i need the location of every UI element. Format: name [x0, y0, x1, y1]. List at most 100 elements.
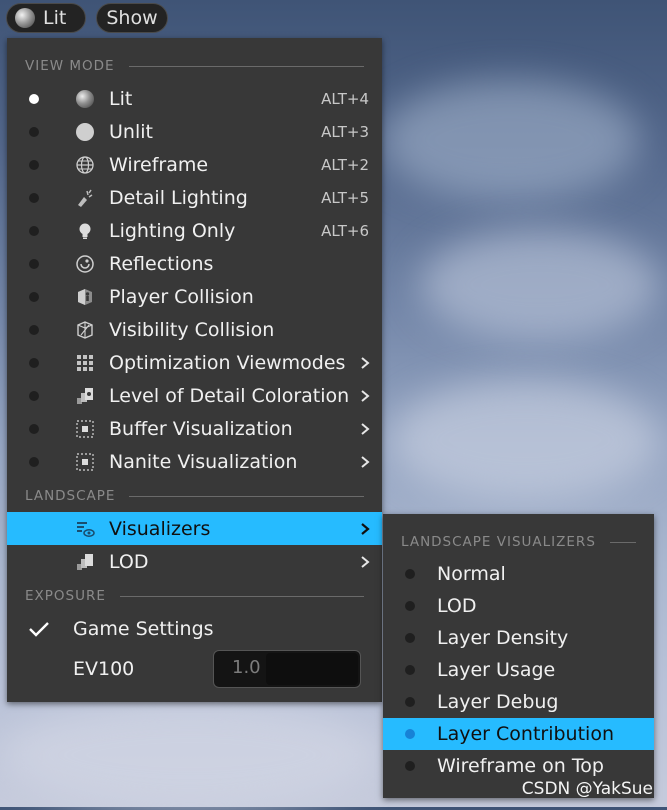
- menu-item-label: Layer Density: [437, 627, 569, 649]
- sphere-lit-icon: [15, 8, 35, 28]
- menu-item-detail-lighting[interactable]: Detail Lighting ALT+5: [7, 181, 382, 214]
- player-collision-icon: [74, 286, 96, 308]
- menu-item-unlit[interactable]: Unlit ALT+3: [7, 115, 382, 148]
- cloud-decoration: [0, 700, 380, 810]
- radio-icon: [29, 456, 39, 467]
- radio-selected-icon: [29, 93, 39, 104]
- menu-item-label: Player Collision: [109, 285, 254, 308]
- menu-item-label: Layer Usage: [437, 659, 556, 681]
- menu-item-label: LOD: [437, 595, 477, 617]
- radio-icon: [29, 390, 39, 401]
- checkmark-icon: [29, 621, 49, 637]
- landscape-visualizers-submenu: LANDSCAPE VISUALIZERS Normal LOD Layer D…: [383, 514, 654, 798]
- radio-icon: [405, 601, 415, 611]
- radio-icon: [405, 569, 415, 579]
- menu-item-label: Reflections: [109, 252, 214, 275]
- menu-item-label: Buffer Visualization: [109, 417, 293, 440]
- menu-item-game-settings[interactable]: Game Settings: [7, 612, 382, 645]
- menu-item-lod-coloration[interactable]: Level of Detail Coloration: [7, 379, 382, 412]
- radio-icon: [29, 324, 39, 335]
- radio-icon: [29, 225, 39, 236]
- menu-item-label: Normal: [437, 563, 506, 585]
- chevron-right-icon: [361, 356, 370, 369]
- lod-coloration-icon: [74, 385, 96, 407]
- radio-icon: [405, 665, 415, 675]
- radio-icon: [29, 126, 39, 137]
- ev100-input[interactable]: 1.0: [213, 650, 361, 688]
- view-mode-menu: VIEW MODE Lit ALT+4 Unlit ALT+3 Wirefram…: [7, 38, 382, 702]
- menu-item-label: Detail Lighting: [109, 186, 248, 209]
- radio-icon: [29, 291, 39, 302]
- menu-item-label: Layer Debug: [437, 691, 559, 713]
- submenu-item-normal[interactable]: Normal: [383, 558, 654, 590]
- menu-item-label: Visibility Collision: [109, 318, 275, 341]
- section-view-mode: VIEW MODE: [7, 55, 382, 77]
- submenu-item-lod[interactable]: LOD: [383, 590, 654, 622]
- menu-item-label: Level of Detail Coloration: [109, 384, 350, 407]
- cloud-decoration: [380, 80, 640, 200]
- section-landscape-visualizers: LANDSCAPE VISUALIZERS: [383, 531, 654, 553]
- shortcut-text: ALT+2: [321, 155, 369, 174]
- visibility-collision-icon: [74, 319, 96, 341]
- menu-item-lit[interactable]: Lit ALT+4: [7, 82, 382, 115]
- menu-item-label: Wireframe on Top: [437, 755, 604, 777]
- chevron-right-icon: [361, 389, 370, 402]
- menu-item-buffer-visualization[interactable]: Buffer Visualization: [7, 412, 382, 445]
- submenu-item-wireframe-on-top[interactable]: Wireframe on Top: [383, 750, 654, 782]
- menu-item-player-collision[interactable]: Player Collision: [7, 280, 382, 313]
- sphere-unlit-icon: [74, 121, 96, 143]
- show-dropdown-button[interactable]: Show: [96, 3, 168, 33]
- shortcut-text: ALT+6: [321, 221, 369, 240]
- shortcut-text: ALT+3: [321, 122, 369, 141]
- radio-icon: [405, 633, 415, 643]
- menu-item-landscape-lod[interactable]: LOD: [7, 545, 382, 578]
- shortcut-text: ALT+4: [321, 89, 369, 108]
- section-label: VIEW MODE: [25, 58, 115, 74]
- submenu-item-layer-debug[interactable]: Layer Debug: [383, 686, 654, 718]
- chevron-right-icon: [361, 422, 370, 435]
- menu-item-label: Visualizers: [109, 517, 211, 540]
- section-exposure: EXPOSURE: [7, 585, 382, 607]
- menu-item-optimization-viewmodes[interactable]: Optimization Viewmodes: [7, 346, 382, 379]
- menu-item-label: Game Settings: [73, 617, 214, 640]
- menu-item-label: Lighting Only: [109, 219, 236, 242]
- cloud-decoration: [420, 230, 660, 340]
- radio-icon: [405, 761, 415, 771]
- ev100-slider-track[interactable]: [266, 653, 358, 685]
- radio-icon: [29, 423, 39, 434]
- reflections-icon: [74, 253, 96, 275]
- submenu-item-layer-density[interactable]: Layer Density: [383, 622, 654, 654]
- chevron-right-icon: [361, 555, 370, 568]
- section-label: LANDSCAPE: [25, 488, 116, 504]
- menu-item-visualizers[interactable]: Visualizers: [7, 512, 382, 545]
- radio-icon: [29, 192, 39, 203]
- menu-item-label: LOD: [109, 550, 149, 573]
- section-label: LANDSCAPE VISUALIZERS: [401, 534, 596, 550]
- submenu-item-layer-usage[interactable]: Layer Usage: [383, 654, 654, 686]
- menu-item-lighting-only[interactable]: Lighting Only ALT+6: [7, 214, 382, 247]
- menu-item-label: Wireframe: [109, 153, 209, 176]
- submenu-item-layer-contribution[interactable]: Layer Contribution: [383, 718, 654, 750]
- grid-icon: [74, 352, 96, 374]
- menu-item-reflections[interactable]: Reflections: [7, 247, 382, 280]
- lit-dropdown-button[interactable]: Lit: [6, 3, 86, 33]
- cloud-decoration: [390, 380, 660, 500]
- divider: [129, 495, 364, 497]
- watermark-text: CSDN @YakSue: [521, 779, 653, 799]
- menu-item-label: Unlit: [109, 120, 153, 143]
- menu-item-visibility-collision[interactable]: Visibility Collision: [7, 313, 382, 346]
- sphere-lit-icon: [74, 88, 96, 110]
- menu-item-label: Layer Contribution: [437, 723, 614, 745]
- shortcut-text: ALT+5: [321, 188, 369, 207]
- radio-icon: [405, 697, 415, 707]
- menu-item-wireframe[interactable]: Wireframe ALT+2: [7, 148, 382, 181]
- chevron-right-icon: [361, 522, 370, 535]
- divider: [119, 595, 364, 597]
- section-label: EXPOSURE: [25, 588, 106, 604]
- menu-item-nanite-visualization[interactable]: Nanite Visualization: [7, 445, 382, 478]
- lod-icon: [74, 551, 96, 573]
- show-button-label: Show: [106, 7, 158, 29]
- chevron-right-icon: [361, 455, 370, 468]
- radio-icon: [29, 357, 39, 368]
- menu-item-label: Optimization Viewmodes: [109, 351, 346, 374]
